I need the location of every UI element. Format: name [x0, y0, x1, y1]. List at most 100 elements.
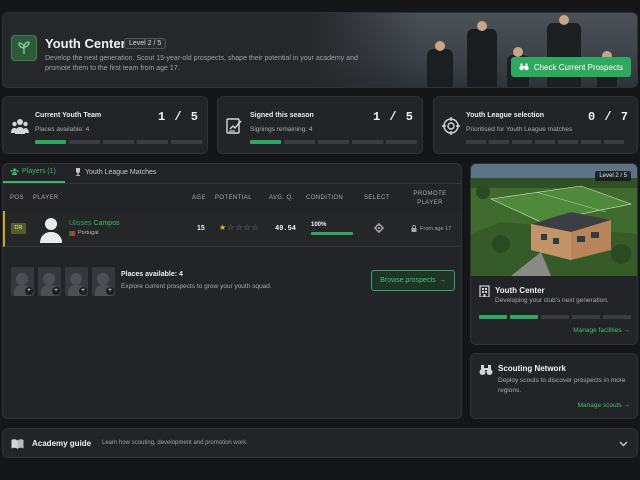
- stat-progress: [466, 140, 624, 144]
- empty-slot[interactable]: +: [65, 267, 88, 296]
- stat-subtext: Prioritised for Youth League matches: [466, 126, 573, 133]
- level-segment: [541, 315, 569, 319]
- col-condition: CONDITION: [306, 195, 344, 201]
- players-icon: [10, 168, 19, 175]
- chevron-down-icon[interactable]: [619, 439, 628, 448]
- level-segment: [603, 315, 631, 319]
- tab-bar: Players (1) Youth League Matches: [3, 164, 461, 184]
- active-tab-indicator: [3, 181, 65, 183]
- manage-facilities-label: Manage facilities: [573, 327, 622, 334]
- potential-stars: ★☆☆☆☆: [219, 223, 260, 232]
- scouting-description: Deploy scouts to discover prospects in m…: [498, 377, 626, 394]
- stat-card-signed: Signed this season Signings remaining: 4…: [217, 96, 423, 154]
- check-prospects-label: Check Current Prospects: [533, 62, 624, 72]
- plus-icon: +: [79, 287, 87, 295]
- manage-scouts-label: Manage scouts: [577, 402, 622, 409]
- star-empty-icon: ☆: [235, 223, 244, 232]
- avatar: [40, 218, 62, 243]
- stat-card-youth-team: Current Youth Team Places available: 4 1…: [2, 96, 208, 154]
- check-prospects-button[interactable]: Check Current Prospects: [511, 57, 631, 77]
- page-title: Youth Center: [45, 36, 126, 51]
- sprout-icon: [11, 35, 37, 61]
- plus-icon: +: [106, 287, 114, 295]
- level-segment: [479, 315, 507, 319]
- youth-center-level-progress: [479, 315, 631, 319]
- header-description: Develop the next generation. Scout 15-ye…: [45, 55, 358, 72]
- progress-segment: [250, 140, 281, 144]
- arrow-right-icon: →: [623, 402, 631, 409]
- star-empty-icon: ☆: [251, 223, 260, 232]
- youth-center-level-badge: Level 2 / 5: [595, 171, 631, 181]
- progress-segment: [604, 140, 624, 144]
- country-label: Portugal: [78, 230, 99, 236]
- progress-segment: [581, 140, 601, 144]
- player-name[interactable]: Ulisses Campos: [69, 220, 120, 227]
- progress-segment: [386, 140, 417, 144]
- promote-label: From age 17: [420, 225, 452, 232]
- col-age: AGE: [192, 195, 206, 201]
- star-empty-icon: ☆: [243, 223, 252, 232]
- progress-segment: [535, 140, 555, 144]
- stat-value: 1 / 5: [372, 110, 414, 124]
- progress-segment: [318, 140, 349, 144]
- table-row[interactable]: DR Ulisses Campos Portugal 15 ★☆☆☆☆ 40.5…: [3, 211, 461, 247]
- youth-center-card-title: Youth Center: [495, 286, 545, 295]
- manage-scouts-link[interactable]: Manage scouts →: [578, 402, 630, 409]
- trophy-icon: [76, 168, 80, 176]
- tab-youth-league-matches[interactable]: Youth League Matches: [74, 168, 156, 176]
- binoculars-icon: [479, 365, 493, 375]
- table-header: POS PLAYER AGE POTENTIAL AVG. Q. CONDITI…: [3, 190, 461, 208]
- stat-progress: [35, 140, 202, 144]
- browse-prospects-button[interactable]: Browse prospects →: [371, 270, 455, 291]
- browse-prospects-label: Browse prospects: [380, 277, 436, 284]
- progress-segment: [352, 140, 383, 144]
- players-panel: Players (1) Youth League Matches POS PLA…: [2, 163, 462, 419]
- col-promote: PROMOTE PLAYER: [413, 191, 447, 206]
- player-avg-quality: 40.54: [275, 225, 297, 233]
- empty-slot[interactable]: +: [38, 267, 61, 296]
- promote-status: From age 17: [411, 225, 451, 232]
- progress-segment: [558, 140, 578, 144]
- target-icon: [442, 117, 460, 135]
- hero-player-figure: [547, 15, 581, 87]
- manage-facilities-link[interactable]: Manage facilities →: [573, 327, 630, 334]
- youth-center-header: Youth Center Level 2 / 5 Develop the nex…: [2, 12, 638, 88]
- book-icon: [11, 439, 24, 449]
- player-age: 15: [197, 225, 205, 232]
- hero-player-figure: [427, 41, 453, 87]
- select-target-icon[interactable]: [374, 223, 384, 233]
- empty-slot[interactable]: +: [11, 267, 34, 296]
- stat-progress: [250, 140, 417, 144]
- academy-guide-bar[interactable]: Academy guide Learn how scouting, develo…: [2, 428, 638, 458]
- youth-center-card-description: Developing your club's next generation.: [495, 297, 609, 304]
- player-last-name: Campos: [93, 220, 120, 227]
- academy-guide-description: Learn how scouting, development and prom…: [102, 440, 248, 446]
- player-condition: 100%: [311, 222, 327, 228]
- places-available-text: Explore current prospects to grow your y…: [121, 283, 272, 290]
- academy-guide-title: Academy guide: [32, 439, 92, 448]
- empty-slot[interactable]: +: [92, 267, 115, 296]
- plus-icon: +: [25, 287, 33, 295]
- portugal-flag-icon: [69, 230, 75, 236]
- tab-players[interactable]: Players (1): [10, 168, 56, 175]
- progress-segment: [466, 140, 486, 144]
- building-icon: [479, 285, 490, 297]
- star-filled-icon: ★: [219, 223, 228, 232]
- youth-center-card: Level 2 / 5 Youth Center Developing your…: [470, 163, 638, 345]
- stat-subtext: Signings remaining: 4: [250, 126, 313, 133]
- tab-youth-league-label: Youth League Matches: [85, 168, 157, 176]
- tab-players-label: Players (1): [22, 168, 56, 175]
- stat-label: Current Youth Team: [35, 112, 102, 119]
- col-avg: AVG. Q.: [269, 195, 294, 201]
- stat-value: 1 / 5: [157, 110, 199, 124]
- places-available-title: Places available: 4: [121, 271, 183, 278]
- signature-icon: [226, 118, 242, 134]
- empty-squad-slots: + + + +: [11, 267, 115, 296]
- progress-segment: [35, 140, 66, 144]
- plus-icon: +: [52, 287, 60, 295]
- binoculars-icon: [519, 63, 529, 71]
- progress-segment: [489, 140, 509, 144]
- level-segment: [510, 315, 538, 319]
- hero-player-figure: [467, 21, 497, 87]
- progress-segment: [69, 140, 100, 144]
